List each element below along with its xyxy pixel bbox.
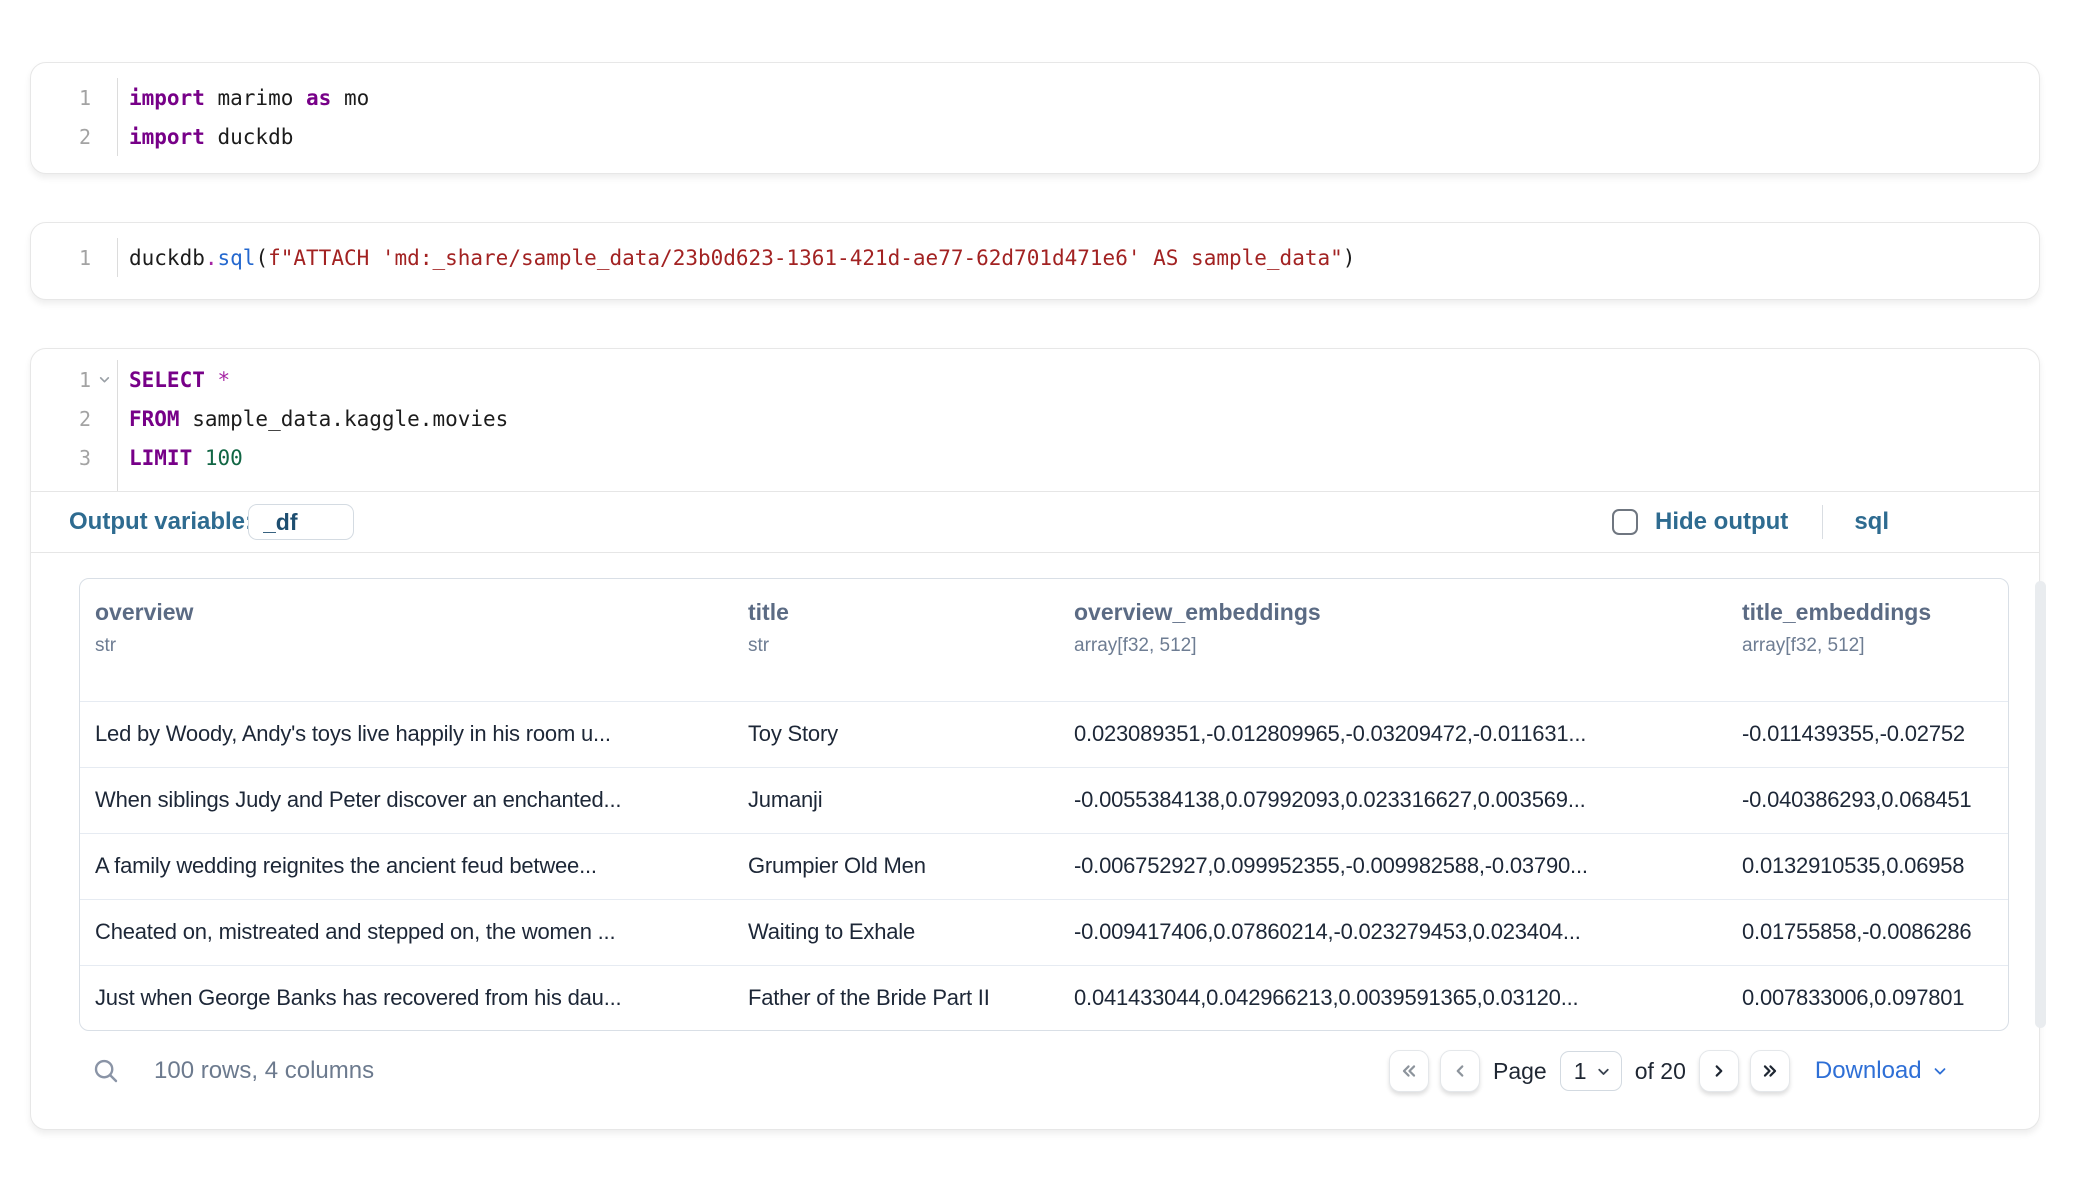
table-cell[interactable]: Jumanji [733,768,1059,833]
page-select-value: 1 [1574,1058,1587,1085]
line-number-gutter: 12 [31,78,118,156]
download-label: Download [1815,1057,1922,1085]
table-cell[interactable]: -0.011439355,-0.02752 [1727,702,2007,767]
table-cell[interactable]: 0.0132910535,0.06958 [1727,834,2007,899]
column-header-title[interactable]: title str [733,579,1059,701]
table-header-row: overview str title str overview_embeddingsar… [80,579,2008,701]
table-cell[interactable]: 0.041433044,0.042966213,0.0039591365,0.0… [1059,966,1727,1031]
sql-cell[interactable]: 123 SELECT *FROM sample_data.kaggle.movi… [30,348,2040,1130]
table-cell[interactable]: 0.01755858,-0.0086286 [1727,900,2007,965]
line-number-gutter: 123 [31,360,118,491]
column-type: array[f32, 512] [1074,635,1717,657]
table-cell[interactable]: Toy Story [733,702,1059,767]
next-page-button[interactable] [1699,1050,1739,1092]
chevrons-right-icon [1759,1060,1781,1082]
output-divider [31,552,2039,553]
chevron-left-icon [1449,1060,1471,1082]
table-footer: 100 rows, 4 columns Page 1 of 20 Downloa… [31,1041,2039,1101]
table-cell[interactable]: Father of the Bride Part II [733,966,1059,1031]
editor-footer-divider [31,491,2039,492]
code-area[interactable]: SELECT *FROM sample_data.kaggle.moviesLI… [118,360,2039,491]
code-line[interactable]: FROM sample_data.kaggle.movies [129,399,2039,438]
code-line[interactable]: SELECT * [129,360,2039,399]
chevron-down-icon [1931,1062,1949,1080]
table-cell[interactable]: 0.023089351,-0.012809965,-0.03209472,-0.… [1059,702,1727,767]
column-name: overview_embeddings [1074,599,1717,626]
table-row[interactable]: Just when George Banks has recovered fro… [80,965,2008,1031]
code-cell-attach[interactable]: 1 duckdb.sql(f"ATTACH 'md:_share/sample_… [30,222,2040,300]
table-cell[interactable]: -0.0055384138,0.07992093,0.023316627,0.0… [1059,768,1727,833]
code-editor[interactable]: 12 import marimo as moimport duckdb [31,63,2039,156]
column-name: title_embeddings [1742,599,1997,626]
column-type: str [748,635,1049,657]
line-number: 1 [31,238,117,277]
toolbar-divider [1822,505,1823,539]
chevrons-left-icon [1398,1060,1420,1082]
line-number: 2 [31,117,117,156]
result-table: overview str title str overview_embeddingsar… [79,578,2009,1031]
column-header-overview_embeddings[interactable]: overview_embeddings array[f32, 512] [1059,579,1727,701]
column-name: title [748,599,1049,626]
hide-output-checkbox[interactable] [1612,509,1638,535]
code-editor[interactable]: 123 SELECT *FROM sample_data.kaggle.movi… [31,349,2039,491]
column-header-title_embeddings[interactable]: title_embeddings array[f32, 512] [1727,579,2007,701]
line-number: 3 [31,438,117,477]
code-editor[interactable]: 1 duckdb.sql(f"ATTACH 'md:_share/sample_… [31,223,2039,277]
code-line[interactable]: import duckdb [129,117,2039,156]
table-cell[interactable]: -0.009417406,0.07860214,-0.023279453,0.0… [1059,900,1727,965]
language-label: sql [1854,508,1889,536]
table-row[interactable]: A family wedding reignites the ancient f… [80,833,2008,899]
code-line[interactable]: duckdb.sql(f"ATTACH 'md:_share/sample_da… [129,238,2039,277]
table-cell[interactable]: Just when George Banks has recovered fro… [80,966,733,1031]
last-page-button[interactable] [1750,1050,1790,1092]
code-line[interactable]: import marimo as mo [129,78,2039,117]
table-row[interactable]: Led by Woody, Andy's toys live happily i… [80,701,2008,767]
output-variable-label: Output variable: [69,508,253,536]
sql-cell-toolbar: Output variable: Hide output sql [31,498,2039,546]
output-variable-input[interactable] [248,504,354,540]
table-row[interactable]: When siblings Judy and Peter discover an… [80,767,2008,833]
table-cell[interactable]: 0.007833006,0.097801 [1727,966,2007,1031]
table-cell[interactable]: A family wedding reignites the ancient f… [80,834,733,899]
column-name: overview [95,599,723,626]
table-cell[interactable]: When siblings Judy and Peter discover an… [80,768,733,833]
table-body: Led by Woody, Andy's toys live happily i… [80,701,2008,1031]
code-area[interactable]: import marimo as moimport duckdb [118,78,2039,156]
table-cell[interactable]: Waiting to Exhale [733,900,1059,965]
table-cell[interactable]: Cheated on, mistreated and stepped on, t… [80,900,733,965]
column-type: array[f32, 512] [1742,635,1997,657]
page-label: Page [1493,1058,1547,1085]
page-total-label: of 20 [1635,1058,1686,1085]
table-cell[interactable]: -0.006752927,0.099952355,-0.009982588,-0… [1059,834,1727,899]
line-number: 1 [31,360,117,399]
column-header-overview[interactable]: overview str [80,579,733,701]
code-cell-imports[interactable]: 12 import marimo as moimport duckdb [30,62,2040,174]
first-page-button[interactable] [1389,1050,1429,1092]
search-icon[interactable] [91,1056,121,1086]
table-cell[interactable]: Led by Woody, Andy's toys live happily i… [80,702,733,767]
chevron-down-icon[interactable] [98,373,111,386]
code-area[interactable]: duckdb.sql(f"ATTACH 'md:_share/sample_da… [118,238,2039,277]
line-number: 2 [31,399,117,438]
row-count-summary: 100 rows, 4 columns [154,1057,374,1085]
table-cell[interactable]: -0.040386293,0.068451 [1727,768,2007,833]
line-number-gutter: 1 [31,238,118,277]
chevron-right-icon [1708,1060,1730,1082]
download-menu[interactable]: Download [1815,1057,1949,1085]
chevron-down-icon [1595,1063,1612,1080]
column-type: str [95,635,723,657]
code-line[interactable]: LIMIT 100 [129,438,2039,477]
hide-output-label: Hide output [1655,508,1788,536]
vertical-scrollbar[interactable] [2035,581,2046,1028]
line-number: 1 [31,78,117,117]
pagination: Page 1 of 20 Download [1389,1050,1949,1092]
table-cell[interactable]: Grumpier Old Men [733,834,1059,899]
page-select[interactable]: 1 [1560,1051,1622,1091]
prev-page-button[interactable] [1440,1050,1480,1092]
table-row[interactable]: Cheated on, mistreated and stepped on, t… [80,899,2008,965]
